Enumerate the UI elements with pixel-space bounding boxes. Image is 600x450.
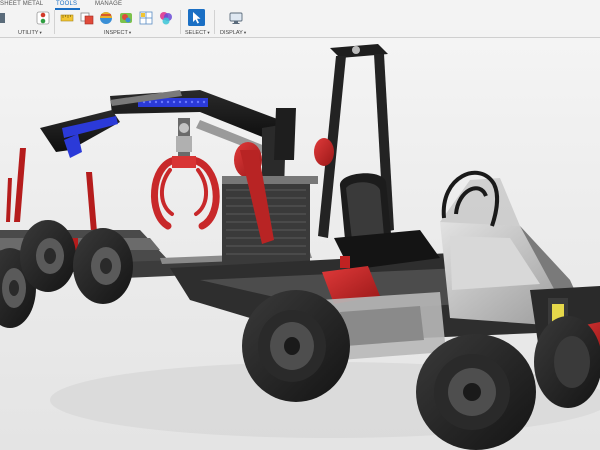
addins-icon[interactable] (36, 11, 50, 25)
tab-sheet-metal[interactable]: SHEET METAL (0, 0, 43, 8)
draft-analysis-icon[interactable] (159, 11, 173, 25)
interference-icon[interactable] (80, 11, 94, 25)
separator (54, 10, 55, 34)
separator (180, 10, 181, 34)
select-icon[interactable] (188, 9, 205, 26)
canvas-viewport[interactable] (0, 38, 600, 450)
front-wheel-right (534, 316, 600, 408)
front-wheel (416, 334, 536, 450)
tab-tools[interactable]: TOOLS (56, 0, 77, 8)
active-tab-indicator (55, 8, 80, 10)
ribbon-toolbar: SHEET METAL TOOLS MANAGE UTILITY▾ INSPEC… (0, 0, 600, 38)
inspect-group-label[interactable]: INSPECT▾ (104, 29, 131, 37)
rear-wheel (242, 290, 350, 402)
tab-manage[interactable]: MANAGE (95, 0, 122, 8)
curvature-map-icon[interactable] (119, 11, 133, 25)
fusion-window: SHEET METAL TOOLS MANAGE UTILITY▾ INSPEC… (0, 0, 600, 450)
measure-icon[interactable] (60, 11, 74, 25)
utility-group-label[interactable]: UTILITY▾ (18, 29, 42, 37)
trailer-wheel-front (73, 228, 133, 304)
trailer-wheel-mid (20, 220, 76, 292)
section-analysis-icon[interactable] (139, 11, 153, 25)
utility-partial-icon[interactable] (0, 11, 6, 25)
select-group-label[interactable]: SELECT▾ (185, 29, 210, 37)
forestry-quad-bike-model[interactable] (0, 38, 600, 450)
separator (214, 10, 215, 34)
zebra-analysis-icon[interactable] (99, 11, 113, 25)
ribbon-tabs: SHEET METAL TOOLS MANAGE (0, 0, 600, 8)
display-group-label[interactable]: DISPLAY▾ (220, 29, 246, 37)
display-monitor-icon[interactable] (229, 11, 243, 25)
log-grapple (151, 156, 220, 230)
